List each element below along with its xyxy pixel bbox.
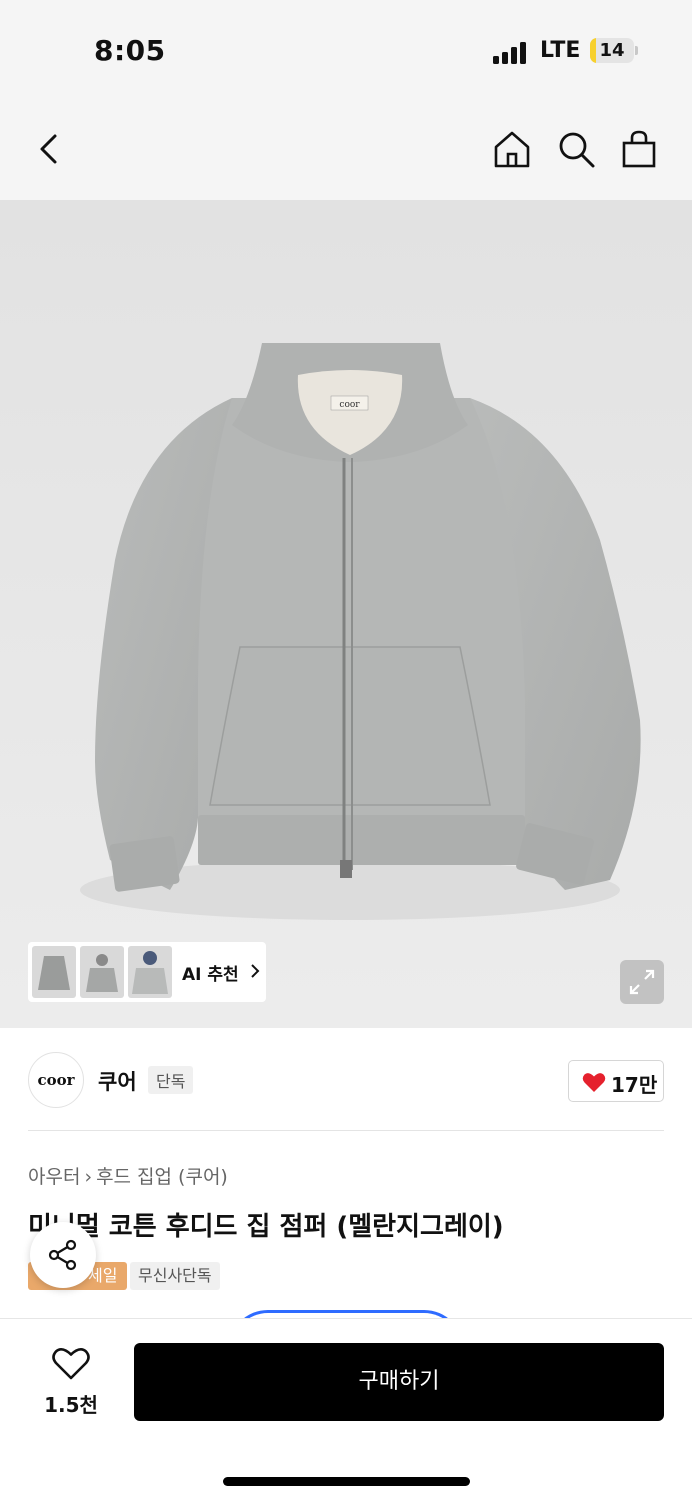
bottom-bar: 1.5천 구매하기 — [0, 1318, 692, 1500]
status-time: 8:05 — [94, 34, 166, 67]
ai-recommend-strip[interactable]: AI 추천 — [28, 942, 266, 1002]
heart-outline-icon — [52, 1348, 90, 1380]
battery-tip — [635, 46, 638, 55]
chevron-left-icon[interactable] — [28, 128, 70, 170]
breadcrumb: 아우터 › 후드 집업 (쿠어) — [28, 1162, 228, 1189]
wishlist-button[interactable]: 1.5천 — [40, 1347, 102, 1417]
expand-icon[interactable] — [620, 960, 664, 1004]
chevron-right-icon: › — [84, 1166, 93, 1188]
nav-bar — [0, 100, 692, 200]
ai-recommend-label: AI 추천 — [182, 965, 239, 985]
chevron-right-icon — [248, 962, 262, 980]
battery-icon: 14 — [590, 38, 634, 63]
breadcrumb-category[interactable]: 아우터 — [28, 1166, 80, 1188]
thumbnail-2[interactable] — [80, 946, 124, 998]
brand-like-button[interactable]: 17만 — [568, 1060, 664, 1102]
brand-name[interactable]: 쿠어 — [98, 1066, 137, 1096]
thumbnail-3[interactable] — [128, 946, 172, 998]
status-bar: 8:05 LTE 14 — [0, 0, 692, 100]
battery-level: 14 — [599, 40, 625, 61]
product-image[interactable]: coor AI 추천 — [0, 200, 692, 1028]
brand-like-count: 17만 — [611, 1073, 658, 1097]
thumbnail-1[interactable] — [32, 946, 76, 998]
breadcrumb-subcategory[interactable]: 후드 집업 (쿠어) — [96, 1166, 228, 1188]
product-title: 미니멀 코튼 후디드 집 점퍼 (멜란지그레이) — [28, 1212, 504, 1242]
shopping-bag-icon[interactable] — [618, 128, 660, 170]
brand-logo[interactable]: coor — [28, 1052, 84, 1108]
home-indicator — [223, 1477, 470, 1486]
buy-button[interactable]: 구매하기 — [134, 1343, 664, 1421]
hoodie-illustration: coor — [80, 343, 641, 920]
share-button[interactable] — [30, 1222, 96, 1288]
home-icon[interactable] — [491, 128, 533, 170]
brand-row: coor 쿠어 단독 17만 — [0, 1030, 692, 1130]
musinsa-exclusive-badge: 무신사단독 — [130, 1262, 220, 1290]
brand-exclusive-badge: 단독 — [148, 1066, 194, 1094]
search-icon[interactable] — [555, 128, 597, 170]
wishlist-count: 1.5천 — [44, 1393, 98, 1417]
network-label: LTE — [540, 38, 581, 63]
share-icon — [48, 1239, 77, 1271]
hoodie-label: coor — [339, 400, 360, 410]
divider — [28, 1130, 664, 1131]
heart-icon — [582, 1073, 606, 1092]
signal-icon — [493, 40, 527, 64]
